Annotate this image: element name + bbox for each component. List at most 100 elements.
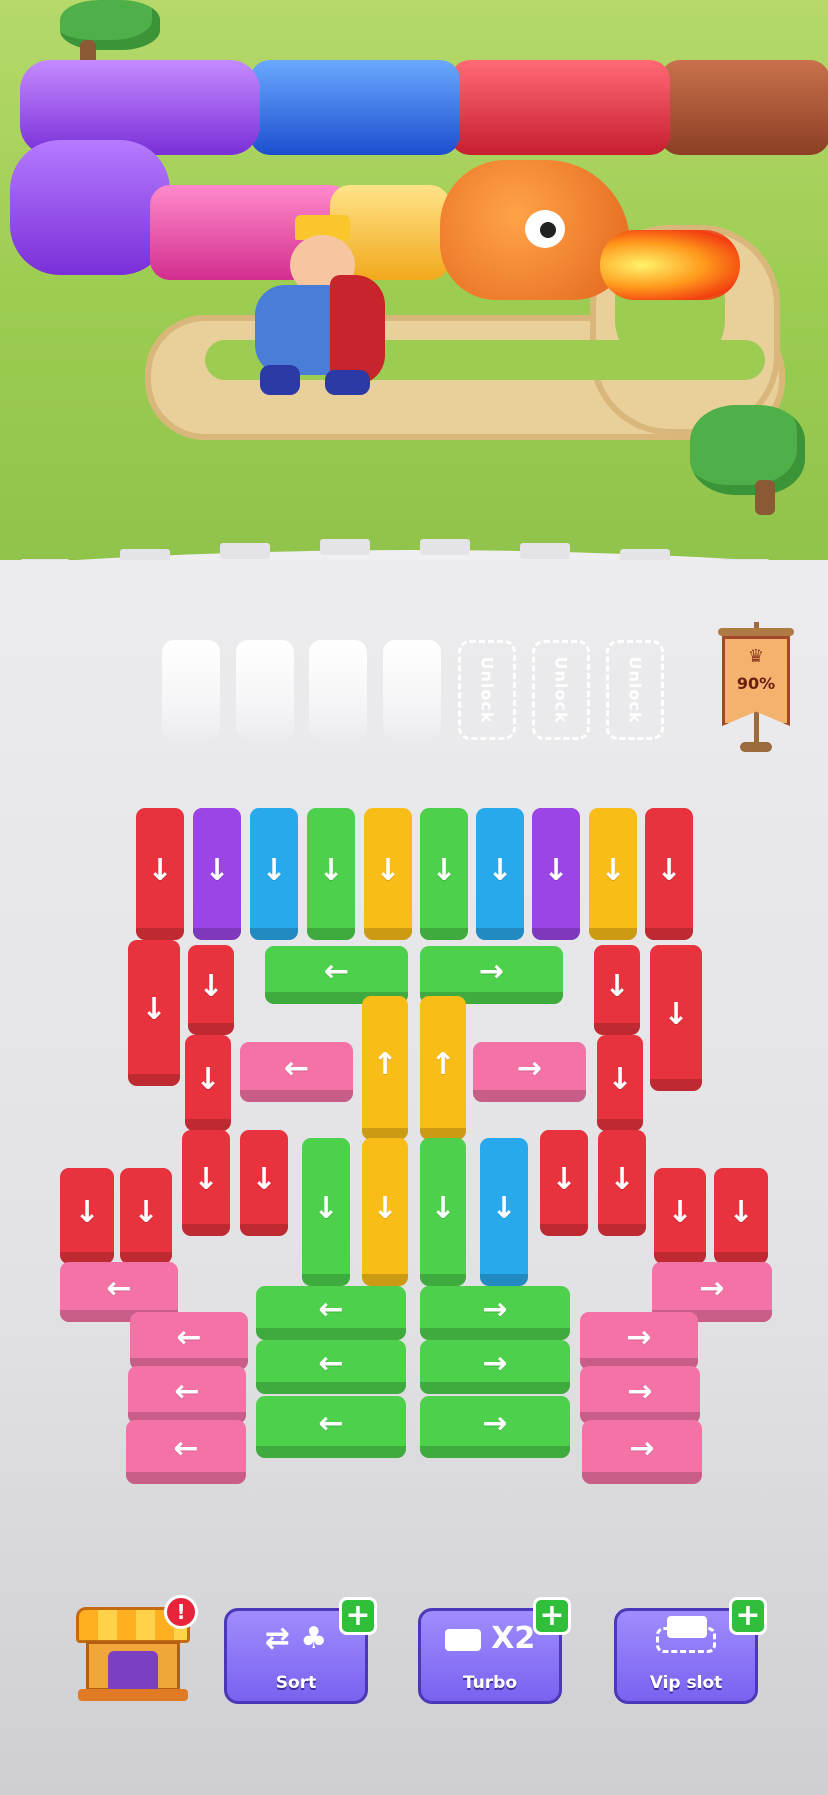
block-green-right[interactable]: → (420, 1340, 570, 1394)
turbo-multiplier: X2 (491, 1621, 536, 1656)
block-red-down[interactable]: ↓ (128, 940, 180, 1086)
arrow-down-icon: ↓ (663, 997, 689, 1032)
arrow-down-icon: ↓ (667, 1195, 693, 1230)
block-pink-left[interactable]: ← (126, 1420, 246, 1484)
arrow-down-icon: ↓ (204, 853, 230, 888)
arrow-down-icon: ↓ (728, 1195, 754, 1230)
block-blue-down[interactable]: ↓ (480, 1138, 528, 1286)
block-yellow-up[interactable]: ↑ (362, 996, 408, 1140)
arrow-down-icon: ↓ (318, 853, 344, 888)
arrow-down-icon: ↓ (551, 1162, 577, 1197)
arrow-down-icon: ↓ (430, 1191, 456, 1226)
slot-open-4 (383, 640, 441, 740)
arrow-down-icon: ↓ (607, 1062, 633, 1097)
arrow-up-icon: ↑ (430, 1047, 456, 1082)
block-red-down[interactable]: ↓ (182, 1130, 230, 1236)
block-pink-right[interactable]: → (473, 1042, 586, 1102)
slot-locked-2[interactable]: Unlock (532, 640, 590, 740)
progress-banner: ♛ 90% (716, 622, 796, 752)
block-purple-down[interactable]: ↓ (532, 808, 580, 940)
arrow-down-icon: ↓ (372, 1191, 398, 1226)
slot-locked-3[interactable]: Unlock (606, 640, 664, 740)
block-yellow-down[interactable]: ↓ (364, 808, 412, 940)
arrow-down-icon: ↓ (487, 853, 513, 888)
block-red-down[interactable]: ↓ (136, 808, 184, 940)
block-red-down[interactable]: ↓ (597, 1035, 643, 1131)
block-green-left[interactable]: ← (256, 1396, 406, 1458)
block-blue-down[interactable]: ↓ (250, 808, 298, 940)
arrow-down-icon: ↓ (193, 1162, 219, 1197)
arrow-left-icon: ← (318, 1346, 344, 1381)
slot-locked-1[interactable]: Unlock (458, 640, 516, 740)
block-pink-left[interactable]: ← (240, 1042, 353, 1102)
shop-button[interactable]: ! (76, 1595, 198, 1701)
arrow-right-icon: → (482, 1346, 508, 1381)
block-red-down[interactable]: ↓ (598, 1130, 646, 1236)
block-green-right[interactable]: → (420, 1286, 570, 1340)
block-green-down[interactable]: ↓ (420, 1138, 466, 1286)
block-pink-right[interactable]: → (580, 1312, 698, 1370)
arrow-right-icon: → (626, 1320, 652, 1355)
block-red-down[interactable]: ↓ (645, 808, 693, 940)
badge-text: ! (176, 1600, 186, 1624)
block-pink-left[interactable]: ← (128, 1366, 246, 1424)
block-red-down[interactable]: ↓ (60, 1168, 114, 1264)
slot-open-1 (162, 640, 220, 740)
arrow-down-icon: ↓ (195, 1062, 221, 1097)
arrow-left-icon: ← (318, 1292, 344, 1327)
block-red-down[interactable]: ↓ (714, 1168, 768, 1264)
unlock-label: Unlock (551, 656, 571, 724)
block-red-down[interactable]: ↓ (654, 1168, 706, 1264)
block-pink-right[interactable]: → (580, 1366, 700, 1424)
sort-plus-icon[interactable]: + (339, 1597, 377, 1635)
arrow-down-icon: ↓ (141, 992, 167, 1027)
arrow-down-icon: ↓ (74, 1195, 100, 1230)
vip-slot-plus-icon[interactable]: + (729, 1597, 767, 1635)
arrow-right-icon: → (478, 954, 505, 989)
arrow-down-icon: ↓ (543, 853, 569, 888)
block-green-left[interactable]: ← (256, 1340, 406, 1394)
arrow-down-icon: ↓ (313, 1191, 339, 1226)
block-pink-left[interactable]: ← (130, 1312, 248, 1370)
block-green-down[interactable]: ↓ (420, 808, 468, 940)
dragon-scene (0, 0, 828, 600)
arrow-down-icon: ↓ (609, 1162, 635, 1197)
unlock-label: Unlock (625, 656, 645, 724)
block-red-down[interactable]: ↓ (594, 945, 640, 1035)
block-green-right[interactable]: → (420, 1396, 570, 1458)
dragon-body-brown (660, 60, 828, 155)
block-red-down[interactable]: ↓ (120, 1168, 172, 1264)
arrow-left-icon: ← (323, 954, 350, 989)
block-yellow-down[interactable]: ↓ (589, 808, 637, 940)
block-green-down[interactable]: ↓ (302, 1138, 350, 1286)
turbo-button[interactable]: X2 Turbo + (418, 1597, 571, 1704)
block-purple-down[interactable]: ↓ (193, 808, 241, 940)
vip-slot-button[interactable]: Vip slot + (614, 1597, 767, 1704)
notification-badge: ! (164, 1595, 198, 1629)
arrow-left-icon: ← (318, 1406, 344, 1441)
block-red-down[interactable]: ↓ (188, 945, 234, 1035)
block-yellow-up[interactable]: ↑ (420, 996, 466, 1140)
arrow-right-icon: → (627, 1374, 653, 1409)
arrow-down-icon: ↓ (656, 853, 682, 888)
block-green-down[interactable]: ↓ (307, 808, 355, 940)
turbo-label: Turbo (462, 1673, 518, 1693)
vip-slot-label: Vip slot (649, 1673, 723, 1693)
block-yellow-down[interactable]: ↓ (362, 1138, 408, 1286)
turbo-plus-icon[interactable]: + (533, 1597, 571, 1635)
block-red-down[interactable]: ↓ (185, 1035, 231, 1131)
sort-button[interactable]: ⇄ ♣ Sort + (224, 1597, 377, 1704)
block-red-down[interactable]: ↓ (540, 1130, 588, 1236)
block-red-down[interactable]: ↓ (240, 1130, 288, 1236)
unlock-label: Unlock (477, 656, 497, 724)
block-blue-down[interactable]: ↓ (476, 808, 524, 940)
arrow-left-icon: ← (174, 1374, 200, 1409)
progress-percent: 90% (736, 674, 776, 693)
arrow-up-icon: ↑ (372, 1047, 398, 1082)
block-green-left[interactable]: ← (256, 1286, 406, 1340)
block-red-down[interactable]: ↓ (650, 945, 702, 1091)
arrow-right-icon: → (482, 1406, 508, 1441)
block-pink-right[interactable]: → (582, 1420, 702, 1484)
arrow-down-icon: ↓ (251, 1162, 277, 1197)
dragon-body-purple-turn (10, 140, 170, 275)
